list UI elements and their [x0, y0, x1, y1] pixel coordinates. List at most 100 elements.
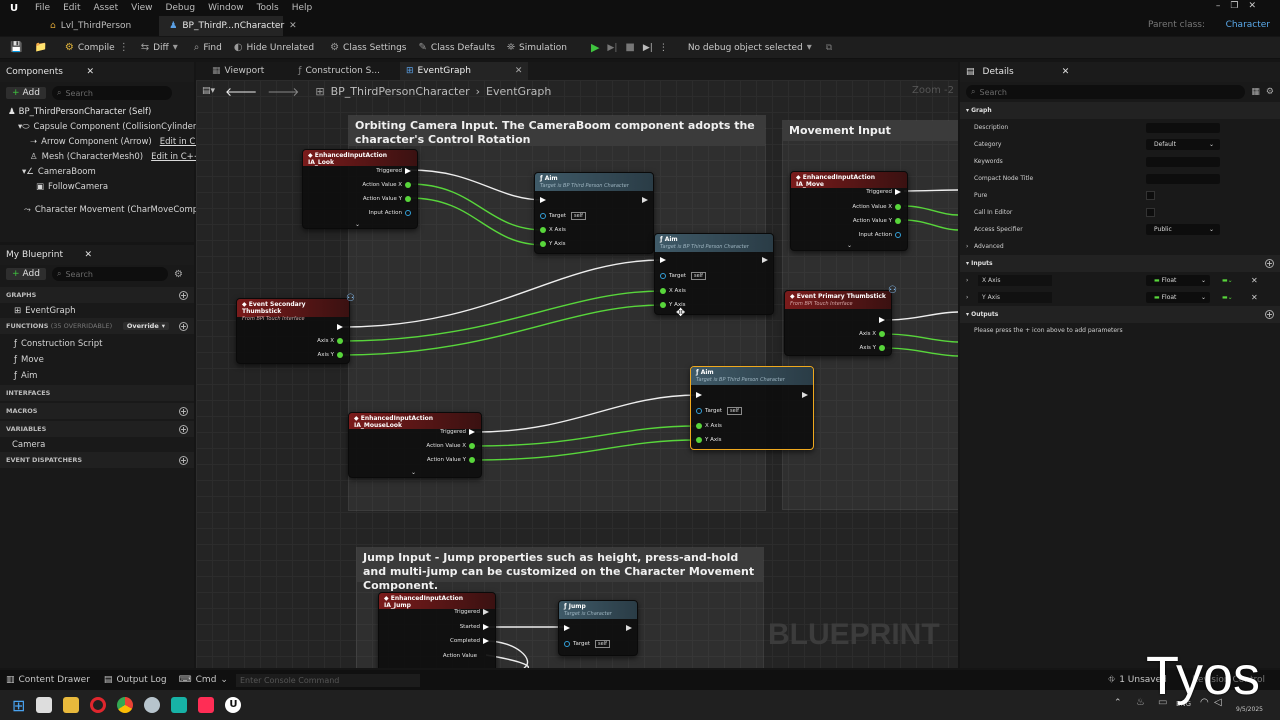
find-button[interactable]: ⌕ Find [194, 37, 222, 59]
details-tab[interactable]: ▤ Details ✕ [960, 62, 1280, 82]
node-jump-in-header[interactable]: ◆ EnhancedInputAction IA_Jump [379, 593, 495, 609]
parent-class-link[interactable]: Character [1226, 20, 1270, 30]
self-value[interactable]: self [691, 272, 706, 280]
tab-level[interactable]: ⌂ Lvl_ThirdPerson [40, 16, 141, 36]
graphs-section[interactable]: GRAPHS + [0, 287, 194, 303]
blueprint-search[interactable]: ⌕ Search [51, 267, 168, 281]
tree-capsule[interactable]: ▾⬭ Capsule Component (CollisionCylinder) [0, 119, 200, 134]
pin-axis-y[interactable]: Axis Y [317, 352, 343, 358]
browse-icon[interactable]: 📁 [34, 42, 46, 53]
my-blueprint-tab[interactable]: My Blueprint ✕ [0, 245, 194, 265]
add-dispatcher-icon[interactable]: + [179, 455, 188, 465]
pin-input-action[interactable]: Input Action [369, 210, 411, 216]
chrome-icon[interactable] [117, 697, 134, 713]
node-ia-jump[interactable]: ◆ EnhancedInputAction IA_Jump Triggered … [378, 592, 496, 668]
tab-blueprint[interactable]: ♟ BP_ThirdP...nCharacter ✕ [159, 16, 297, 36]
pin-axis-x[interactable]: Axis X [859, 331, 885, 337]
opera-icon[interactable] [90, 697, 107, 713]
compile-options-icon[interactable]: ⋮ [119, 37, 129, 59]
pin-exec-out[interactable] [626, 625, 632, 631]
menu-debug[interactable]: Debug [165, 0, 195, 16]
add-input-icon[interactable]: + [1265, 259, 1274, 268]
add-output-icon[interactable]: + [1265, 310, 1274, 319]
node-jump-header[interactable]: ƒ Jump Target is Character [559, 601, 637, 619]
pin-x-axis[interactable]: X Axis [696, 423, 722, 429]
close-icon[interactable]: ✕ [1062, 67, 1070, 77]
node-primary-header[interactable]: ◆ Event Primary Thumbstick From BPI Touch… [785, 291, 891, 309]
add-function-icon[interactable]: + [179, 321, 188, 331]
pin-exec-out[interactable] [802, 392, 808, 398]
node-mouselook-header[interactable]: ◆ EnhancedInputAction IA_MouseLook [349, 413, 481, 429]
gear-icon[interactable]: ⚙ [1266, 87, 1274, 97]
pin-target[interactable]: Target self [660, 272, 706, 280]
node-ia-move[interactable]: ◆ EnhancedInputAction IA_Move Triggered … [790, 171, 908, 251]
pin-exec-in[interactable] [564, 625, 570, 631]
input-type-select[interactable]: ▬ Float ⌄ [1146, 275, 1210, 286]
node-aim-2-header[interactable]: ƒ Aim Target is BP Third Person Character [655, 234, 773, 252]
self-value[interactable]: self [727, 407, 742, 415]
chevron-right-icon[interactable]: › [966, 277, 968, 284]
variable-item[interactable]: Camera [0, 437, 194, 452]
menu-file[interactable]: File [35, 0, 50, 16]
access-select[interactable]: Public ⌄ [1146, 224, 1220, 235]
self-value[interactable]: self [571, 212, 586, 220]
pin-exec-out[interactable] [879, 317, 885, 323]
function-item[interactable]: ƒ Construction Script [0, 336, 194, 351]
node-ia-mouselook[interactable]: ◆ EnhancedInputAction IA_MouseLook Trigg… [348, 412, 482, 478]
pin-exec-out[interactable] [762, 257, 768, 263]
window-controls[interactable]: –❐✕ [1216, 1, 1266, 11]
row-advanced[interactable]: › Advanced [960, 238, 1280, 255]
graph-canvas[interactable]: ▤▾ 🡐 🡒 ⊞ BP_ThirdPersonCharacter › Event… [196, 80, 958, 668]
pure-checkbox[interactable] [1146, 191, 1155, 200]
debug-object-select[interactable]: No debug object selected ▾ [688, 37, 812, 59]
node-aim-2[interactable]: ƒ Aim Target is BP Third Person Character… [654, 233, 774, 315]
chevron-down-icon[interactable]: ⌄ [411, 469, 416, 476]
menu-tools[interactable]: Tools [257, 0, 279, 16]
interfaces-section[interactable]: INTERFACES [0, 385, 194, 401]
delete-icon[interactable]: ✕ [1251, 293, 1258, 302]
add-component-button[interactable]: + Add [6, 87, 46, 99]
windows-start-icon[interactable]: ⊞ [12, 696, 25, 715]
node-primary-thumbstick[interactable]: ◆ Event Primary Thumbstick From BPI Touch… [784, 285, 897, 356]
pin-exec-out[interactable] [642, 197, 648, 203]
pin-axis-y[interactable]: Axis Y [859, 345, 885, 351]
class-settings-button[interactable]: ⚙ Class Settings [330, 37, 406, 59]
components-tab[interactable]: Components ✕ [0, 62, 194, 82]
pin-target[interactable]: Target self [696, 407, 742, 415]
compact-field[interactable] [1146, 173, 1220, 184]
inputs-section[interactable]: ▾ Inputs + [960, 255, 1280, 272]
self-value[interactable]: self [595, 640, 610, 648]
hide-unrelated-button[interactable]: ◐ Hide Unrelated [234, 37, 314, 59]
pin-exec-in[interactable] [696, 392, 702, 398]
tree-follow-camera[interactable]: ▣ FollowCamera [0, 179, 194, 194]
tab-eventgraph[interactable]: ⊞ EventGraph ✕ [399, 62, 529, 80]
pin-action-value[interactable]: Action Value [443, 653, 477, 659]
pin-action-value-x[interactable]: Action Value X [852, 204, 901, 210]
add-variable-icon[interactable]: + [179, 424, 188, 434]
close-icon[interactable]: ✕ [515, 66, 523, 76]
music-icon[interactable] [198, 697, 215, 713]
add-member-button[interactable]: + Add [6, 268, 46, 280]
debug-icon[interactable]: ⧉ [826, 43, 832, 53]
output-log-button[interactable]: ▤ Output Log [104, 675, 167, 685]
pin-triggered[interactable]: Triggered [376, 168, 411, 174]
outputs-section[interactable]: ▾ Outputs + [960, 306, 1280, 323]
play-options-icon[interactable]: ⋮ [659, 43, 668, 53]
pin-y-axis[interactable]: Y Axis [696, 437, 722, 443]
node-aim-1-header[interactable]: ƒ Aim Target is BP Third Person Character [535, 173, 653, 191]
close-icon[interactable]: ✕ [86, 67, 94, 77]
pin-exec-in[interactable] [540, 197, 546, 203]
gear-icon[interactable]: ⚙ [174, 269, 183, 280]
node-secondary-header[interactable]: ◆ Event Secondary Thumbstick From BPI Tou… [237, 299, 349, 322]
pin-action-value-x[interactable]: Action Value X [362, 182, 411, 188]
node-jump[interactable]: ƒ Jump Target is Character Target self [558, 600, 638, 656]
call-editor-checkbox[interactable] [1146, 208, 1155, 217]
pin-target[interactable]: Target self [540, 212, 586, 220]
details-search[interactable]: ⌕ Search [966, 85, 1246, 99]
unreal-engine-icon[interactable]: U [225, 697, 242, 713]
category-select[interactable]: Default ⌄ [1146, 139, 1220, 150]
components-search[interactable]: ⌕ Search [51, 86, 172, 100]
stop-icon[interactable]: ■ [625, 42, 634, 53]
node-aim-3[interactable]: ƒ Aim Target is BP Third Person Character… [690, 366, 814, 450]
pin-triggered[interactable]: Triggered [440, 429, 475, 435]
